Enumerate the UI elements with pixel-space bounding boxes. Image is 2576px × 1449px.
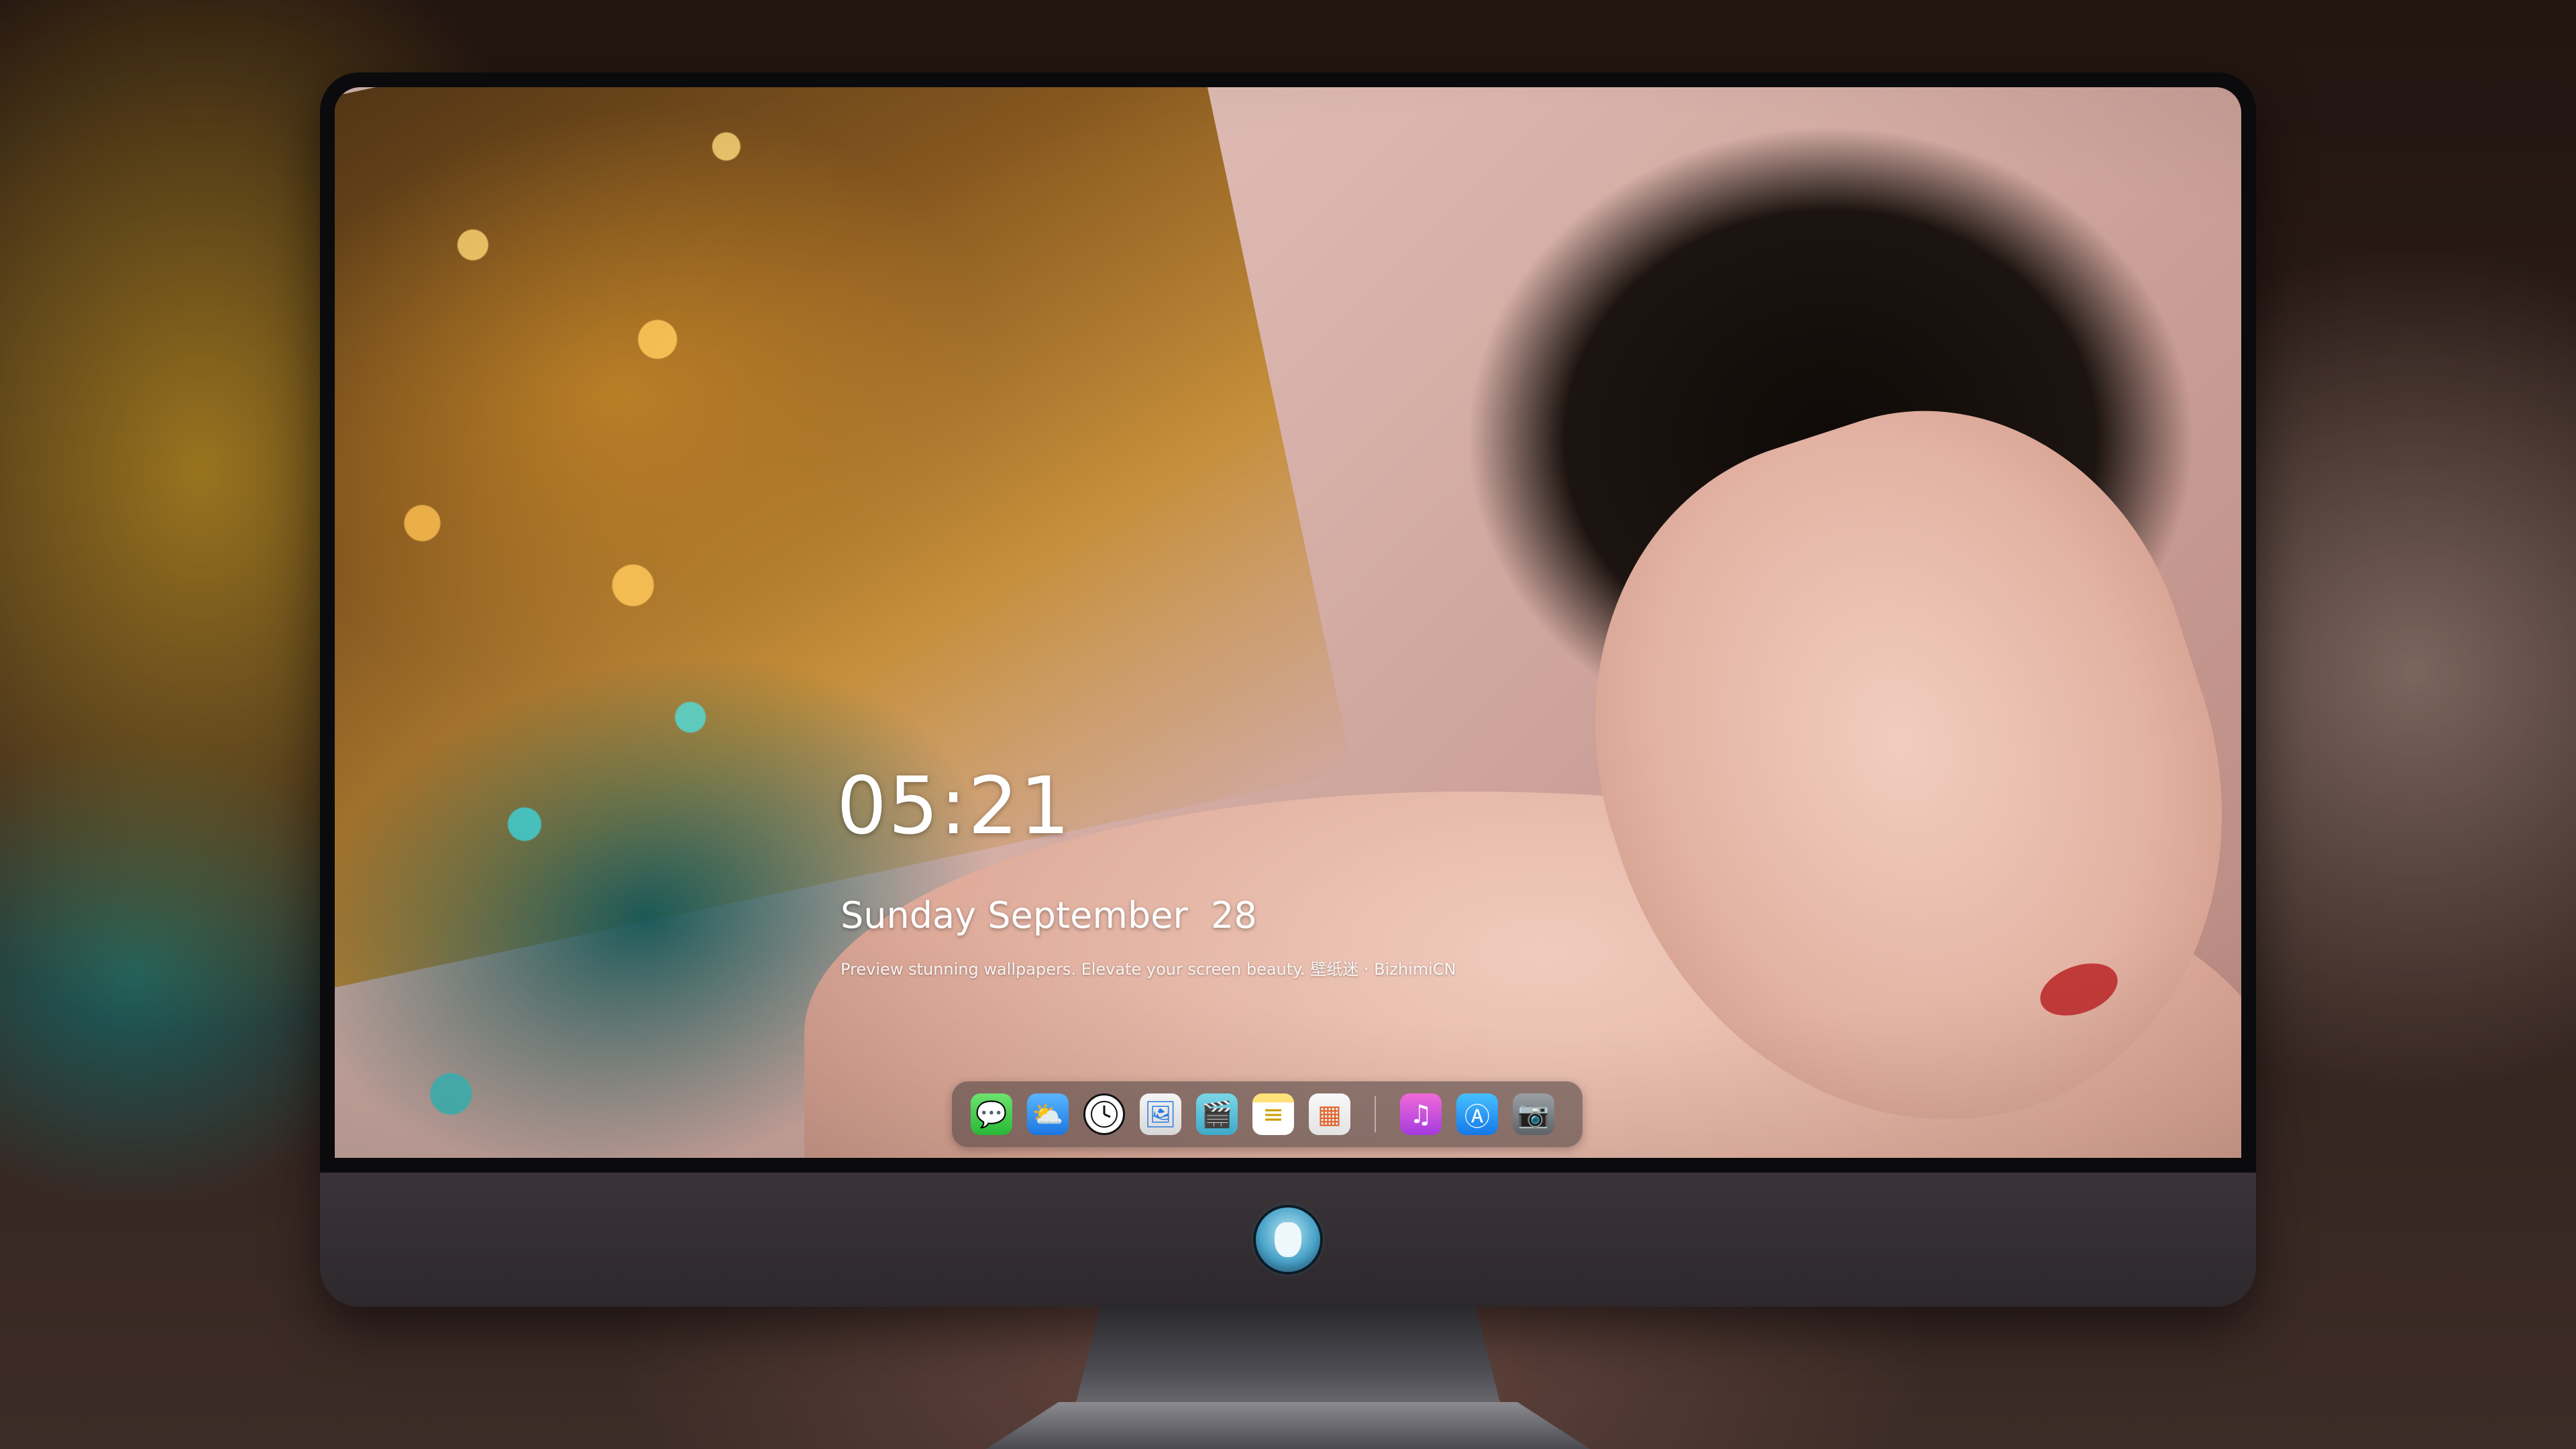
monitor-chin bbox=[320, 1173, 2256, 1307]
lockscreen-tagline: Preview stunning wallpapers. Elevate you… bbox=[841, 960, 1456, 979]
preview-icon[interactable]: 🖼 bbox=[1140, 1093, 1181, 1135]
monitor: 05:21 Sunday September 28 Preview stunni… bbox=[320, 72, 2256, 1307]
clock-face bbox=[1091, 1101, 1118, 1128]
notes-icon[interactable]: ≡ bbox=[1252, 1093, 1294, 1135]
wallpaper-vignette bbox=[335, 87, 2241, 1158]
photos-icon[interactable]: ▦ bbox=[1309, 1093, 1350, 1135]
lockscreen-date: Sunday September 28 bbox=[841, 894, 1257, 936]
monitor-stand-neck bbox=[1075, 1307, 1501, 1407]
clapperboard-icon[interactable]: 🎬 bbox=[1196, 1093, 1238, 1135]
music-icon[interactable]: ♫ bbox=[1400, 1093, 1442, 1135]
weather-icon[interactable]: ⛅ bbox=[1027, 1093, 1069, 1135]
brand-logo-icon bbox=[1256, 1208, 1320, 1272]
messages-icon[interactable]: 💬 bbox=[971, 1093, 1012, 1135]
lockscreen-clock: 05:21 bbox=[837, 759, 1072, 852]
dock-separator bbox=[1375, 1096, 1376, 1132]
camera-icon[interactable]: 📷 bbox=[1513, 1093, 1554, 1135]
clock-icon[interactable] bbox=[1083, 1093, 1125, 1135]
dock: 💬 ⛅ 🖼 🎬 ≡ ▦ ♫ Ⓐ 📷 bbox=[952, 1081, 1582, 1147]
monitor-stand-base bbox=[986, 1402, 1590, 1449]
lock-screen: 05:21 Sunday September 28 Preview stunni… bbox=[335, 87, 2241, 1158]
app-store-icon[interactable]: Ⓐ bbox=[1456, 1093, 1498, 1135]
